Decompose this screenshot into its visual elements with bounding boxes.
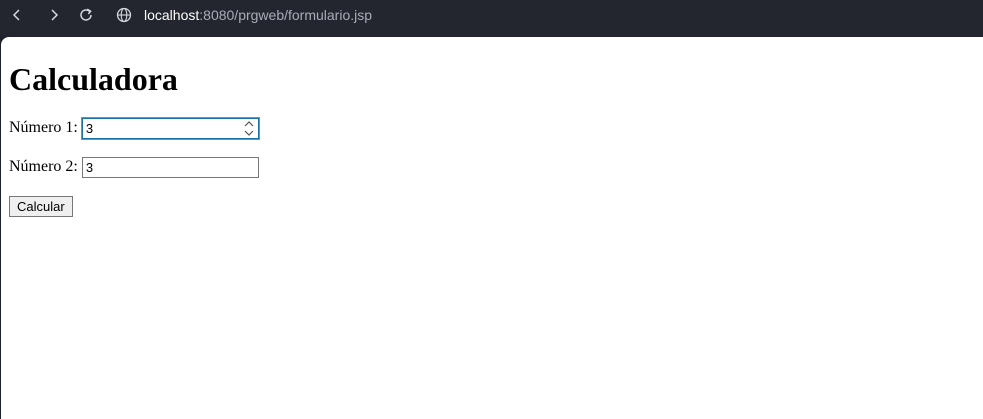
number1-input[interactable]: 3 xyxy=(80,116,260,140)
url-path: :8080/prgweb/formulario.jsp xyxy=(199,7,373,23)
browser-toolbar: localhost:8080/prgweb/formulario.jsp xyxy=(0,0,983,36)
number1-value: 3 xyxy=(85,120,94,136)
spinner-down-icon[interactable] xyxy=(244,130,254,137)
number2-input[interactable]: 3 xyxy=(81,156,259,178)
calcular-button[interactable]: Calcular xyxy=(9,196,73,217)
globe-icon[interactable] xyxy=(116,7,132,23)
forward-icon xyxy=(51,9,59,21)
number2-label: Número 2: xyxy=(9,158,78,175)
number1-spinner[interactable] xyxy=(242,120,256,137)
number2-row: Número 2: 3 xyxy=(9,156,259,178)
back-icon xyxy=(12,9,20,21)
page-viewport: Calculadora Número 1: 3 Número 2: 3 Calc… xyxy=(1,37,983,419)
reload-icon xyxy=(80,8,92,21)
reload-button[interactable] xyxy=(74,3,98,27)
number1-row: Número 1: 3 xyxy=(9,116,260,140)
forward-button[interactable] xyxy=(42,3,66,27)
url-host: localhost xyxy=(144,7,200,23)
address-bar[interactable]: localhost:8080/prgweb/formulario.jsp xyxy=(144,6,372,24)
number1-label: Número 1: xyxy=(9,119,78,136)
page-title: Calculadora xyxy=(9,61,178,97)
number2-value: 3 xyxy=(85,159,94,175)
spinner-up-icon[interactable] xyxy=(244,120,254,127)
back-button[interactable] xyxy=(5,3,29,27)
